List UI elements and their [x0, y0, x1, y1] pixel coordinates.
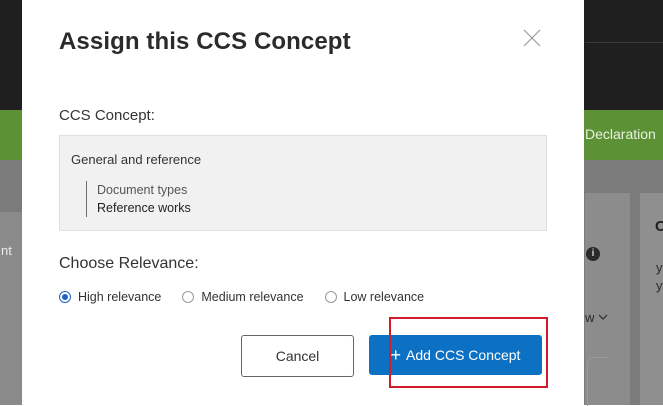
concept-label: CCS Concept:: [59, 107, 155, 124]
left-card: [0, 212, 22, 405]
left-card-text: nt: [1, 243, 12, 258]
radio-medium-relevance[interactable]: Medium relevance: [182, 290, 304, 304]
banner-text: Declaration: [585, 126, 656, 142]
sidebar-text-2: y: [656, 278, 663, 293]
modal-title: Assign this CCS Concept: [59, 28, 351, 55]
background-dropdown-text: w: [585, 310, 595, 325]
add-button-label: Add CCS Concept: [406, 347, 521, 363]
background-input-box: [587, 357, 608, 406]
plus-icon: +: [390, 345, 402, 365]
radio-label-medium: Medium relevance: [201, 290, 304, 304]
close-icon: [523, 29, 541, 47]
add-ccs-concept-button[interactable]: + Add CCS Concept: [369, 335, 542, 375]
radio-button-checked[interactable]: [59, 291, 71, 303]
sidebar-heading: C: [655, 218, 663, 235]
concept-children: Document types Reference works: [86, 181, 191, 217]
sidebar-text-1: y: [656, 260, 663, 275]
info-icon: i: [586, 247, 600, 261]
relevance-radio-group: High relevance Medium relevance Low rele…: [59, 290, 445, 304]
concept-tree-box: General and reference Document types Ref…: [59, 135, 547, 231]
radio-button[interactable]: [324, 291, 337, 303]
radio-label-low: Low relevance: [343, 290, 425, 304]
top-bar-divider: [585, 42, 663, 43]
concept-child-reference-works: Reference works: [97, 201, 191, 215]
radio-button[interactable]: [182, 291, 195, 303]
radio-label-high: High relevance: [78, 290, 162, 304]
chevron-down-icon: [598, 314, 608, 320]
relevance-label: Choose Relevance:: [59, 255, 199, 272]
radio-low-relevance[interactable]: Low relevance: [324, 290, 425, 304]
close-button[interactable]: [522, 28, 542, 48]
concept-child-document-types: Document types: [97, 183, 188, 197]
cancel-button[interactable]: Cancel: [241, 335, 354, 377]
assign-concept-modal: Assign this CCS Concept CCS Concept: Gen…: [22, 0, 584, 405]
radio-high-relevance[interactable]: High relevance: [59, 290, 161, 304]
concept-root: General and reference: [71, 152, 202, 167]
